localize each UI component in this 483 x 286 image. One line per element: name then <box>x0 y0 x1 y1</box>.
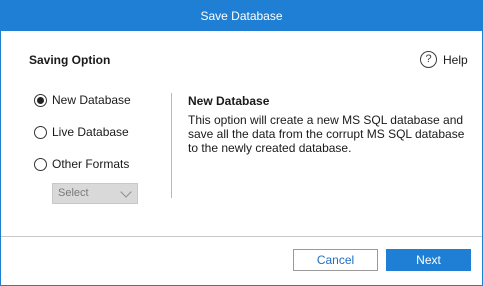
help-label[interactable]: Help <box>443 53 468 67</box>
format-select-value: Select <box>58 187 89 199</box>
cancel-button[interactable]: Cancel <box>293 249 378 271</box>
live-database-label[interactable]: Live Database <box>52 125 129 139</box>
help-icon[interactable]: ? <box>420 51 437 68</box>
format-select[interactable]: Select <box>52 183 138 204</box>
description-title: New Database <box>188 94 270 108</box>
vertical-divider <box>171 93 172 198</box>
footer-divider <box>1 236 482 237</box>
help-button[interactable]: ? Help <box>420 51 468 68</box>
save-database-dialog: Save Database Saving Option ? Help New D… <box>0 0 483 286</box>
description-text: This option will create a new MS SQL dat… <box>188 113 465 155</box>
saving-option-heading: Saving Option <box>29 53 111 67</box>
chevron-down-icon <box>120 186 132 198</box>
new-database-label[interactable]: New Database <box>52 93 131 107</box>
other-formats-radio[interactable] <box>34 157 47 171</box>
dialog-title: Save Database <box>1 1 482 31</box>
live-database-radio[interactable] <box>34 125 47 139</box>
option-live-database[interactable]: Live Database <box>34 125 129 139</box>
option-other-formats[interactable]: Other Formats <box>34 157 129 171</box>
next-button[interactable]: Next <box>386 249 471 271</box>
option-new-database[interactable]: New Database <box>34 93 131 107</box>
other-formats-label[interactable]: Other Formats <box>52 157 129 171</box>
new-database-radio[interactable] <box>34 93 47 107</box>
